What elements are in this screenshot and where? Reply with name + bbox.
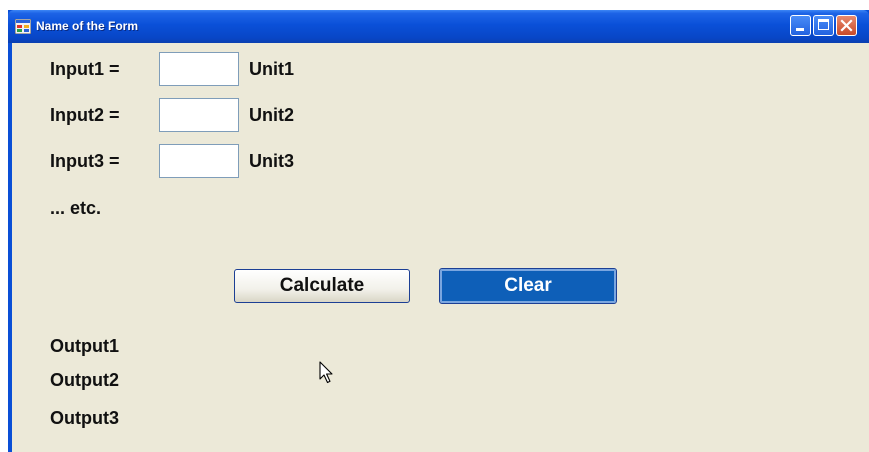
maximize-button[interactable]	[813, 15, 834, 36]
close-icon	[840, 19, 853, 32]
maximize-icon	[818, 19, 829, 30]
calculate-button[interactable]: Calculate	[234, 269, 410, 303]
unit2-label: Unit2	[249, 105, 294, 125]
title-bar[interactable]: Name of the Form	[8, 10, 869, 43]
window-title: Name of the Form	[36, 19, 139, 33]
minimize-button[interactable]	[790, 15, 811, 36]
output2-label: Output2	[50, 370, 119, 390]
input1-field[interactable]	[159, 52, 239, 86]
input3-field[interactable]	[159, 144, 239, 178]
output3-label: Output3	[50, 408, 119, 428]
close-button[interactable]	[836, 15, 857, 36]
form-client-area: Input1 = Unit1 Input2 = Unit2 Input3 = U…	[12, 43, 869, 452]
unit3-label: Unit3	[249, 151, 294, 171]
form-window: Name of the Form Input1 = Unit1 Input2 =…	[8, 10, 869, 452]
minimize-icon	[796, 28, 804, 31]
clear-button[interactable]: Clear	[439, 268, 617, 304]
input2-field[interactable]	[159, 98, 239, 132]
etc-label: ... etc.	[50, 198, 102, 218]
input1-label: Input1 =	[50, 59, 120, 79]
form-app-icon	[15, 19, 31, 34]
output1-label: Output1	[50, 336, 119, 356]
input3-label: Input3 =	[50, 151, 120, 171]
unit1-label: Unit1	[249, 59, 294, 79]
input2-label: Input2 =	[50, 105, 120, 125]
mouse-pointer-icon	[319, 361, 333, 384]
